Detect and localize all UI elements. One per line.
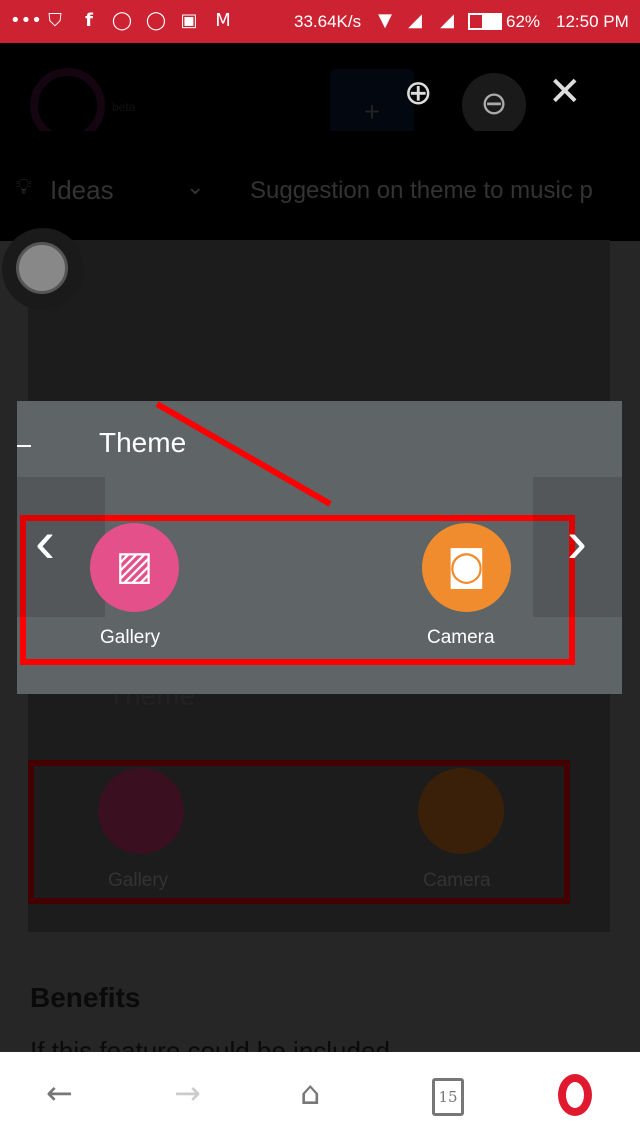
gallery-label[interactable]: Gallery (100, 627, 160, 649)
home-icon[interactable]: ⌂ (300, 1074, 320, 1112)
close-icon[interactable]: ✕ (548, 69, 582, 115)
floating-handle[interactable] (2, 228, 84, 310)
bg-camera-label: Camera (423, 870, 491, 891)
battery-percent: 62% (506, 12, 541, 31)
wifi-icon: ▼ (378, 10, 392, 31)
gallery-icon: ▣ (180, 10, 198, 31)
gallery-icon[interactable]: ▨ (90, 523, 179, 612)
previous-button[interactable]: ‹ (17, 477, 105, 617)
page-title: Suggestion on theme to music p (250, 177, 593, 204)
theme-title: Theme (99, 427, 187, 458)
bottom-nav: ← → ⌂ 15 (0, 1052, 640, 1138)
page-header: beta + ⊕ ⊖ ✕ (0, 43, 640, 155)
image-viewer: Theme ‹ › ▨ Gallery ◙ Camera (17, 401, 622, 694)
breadcrumb: 💡︎ Ideas ⌄ Suggestion on theme to music … (0, 131, 640, 241)
messenger-icon: ◯ (111, 10, 133, 31)
benefits-heading: Benefits (30, 982, 141, 1013)
facebook-icon: f (85, 10, 93, 31)
bg-camera-icon (418, 768, 504, 854)
forward-icon[interactable]: → (174, 1074, 201, 1112)
zoom-out-icon[interactable]: ⊖ (462, 73, 526, 137)
tabs-count: 15 (438, 1088, 458, 1106)
camera-label[interactable]: Camera (427, 627, 495, 649)
logo-badge: beta (112, 100, 136, 114)
zoom-in-icon[interactable]: ⊕ (404, 73, 448, 117)
clock: 12:50 PM (556, 12, 629, 31)
lightbulb-icon: 💡︎ (16, 175, 32, 200)
opera-menu-icon[interactable] (558, 1074, 592, 1116)
whatsapp-icon: ◯ (145, 10, 167, 31)
bg-gallery-icon (98, 768, 184, 854)
status-bar: ••• ⛉ f ◯ ◯ ▣ M 33.64K/s ▼ ◢ ◢ 62% 12:50… (0, 0, 640, 43)
minus-icon (17, 445, 31, 447)
signal-icon: ◢ (408, 10, 422, 31)
gmail-icon: M (215, 10, 231, 31)
chevron-down-icon[interactable]: ⌄ (186, 175, 204, 200)
back-icon[interactable]: ← (46, 1074, 73, 1112)
network-speed: 33.64K/s (294, 12, 362, 31)
category-dropdown[interactable]: Ideas (50, 175, 114, 206)
shield-icon: ⛉ (48, 10, 62, 31)
signal-icon: ◢ (440, 10, 454, 31)
next-button[interactable]: › (533, 477, 622, 617)
more-icon: ••• (10, 10, 42, 31)
camera-icon[interactable]: ◙ (422, 523, 511, 612)
battery-icon (468, 13, 502, 30)
tabs-button[interactable]: 15 (432, 1078, 464, 1116)
bg-gallery-label: Gallery (108, 870, 169, 891)
